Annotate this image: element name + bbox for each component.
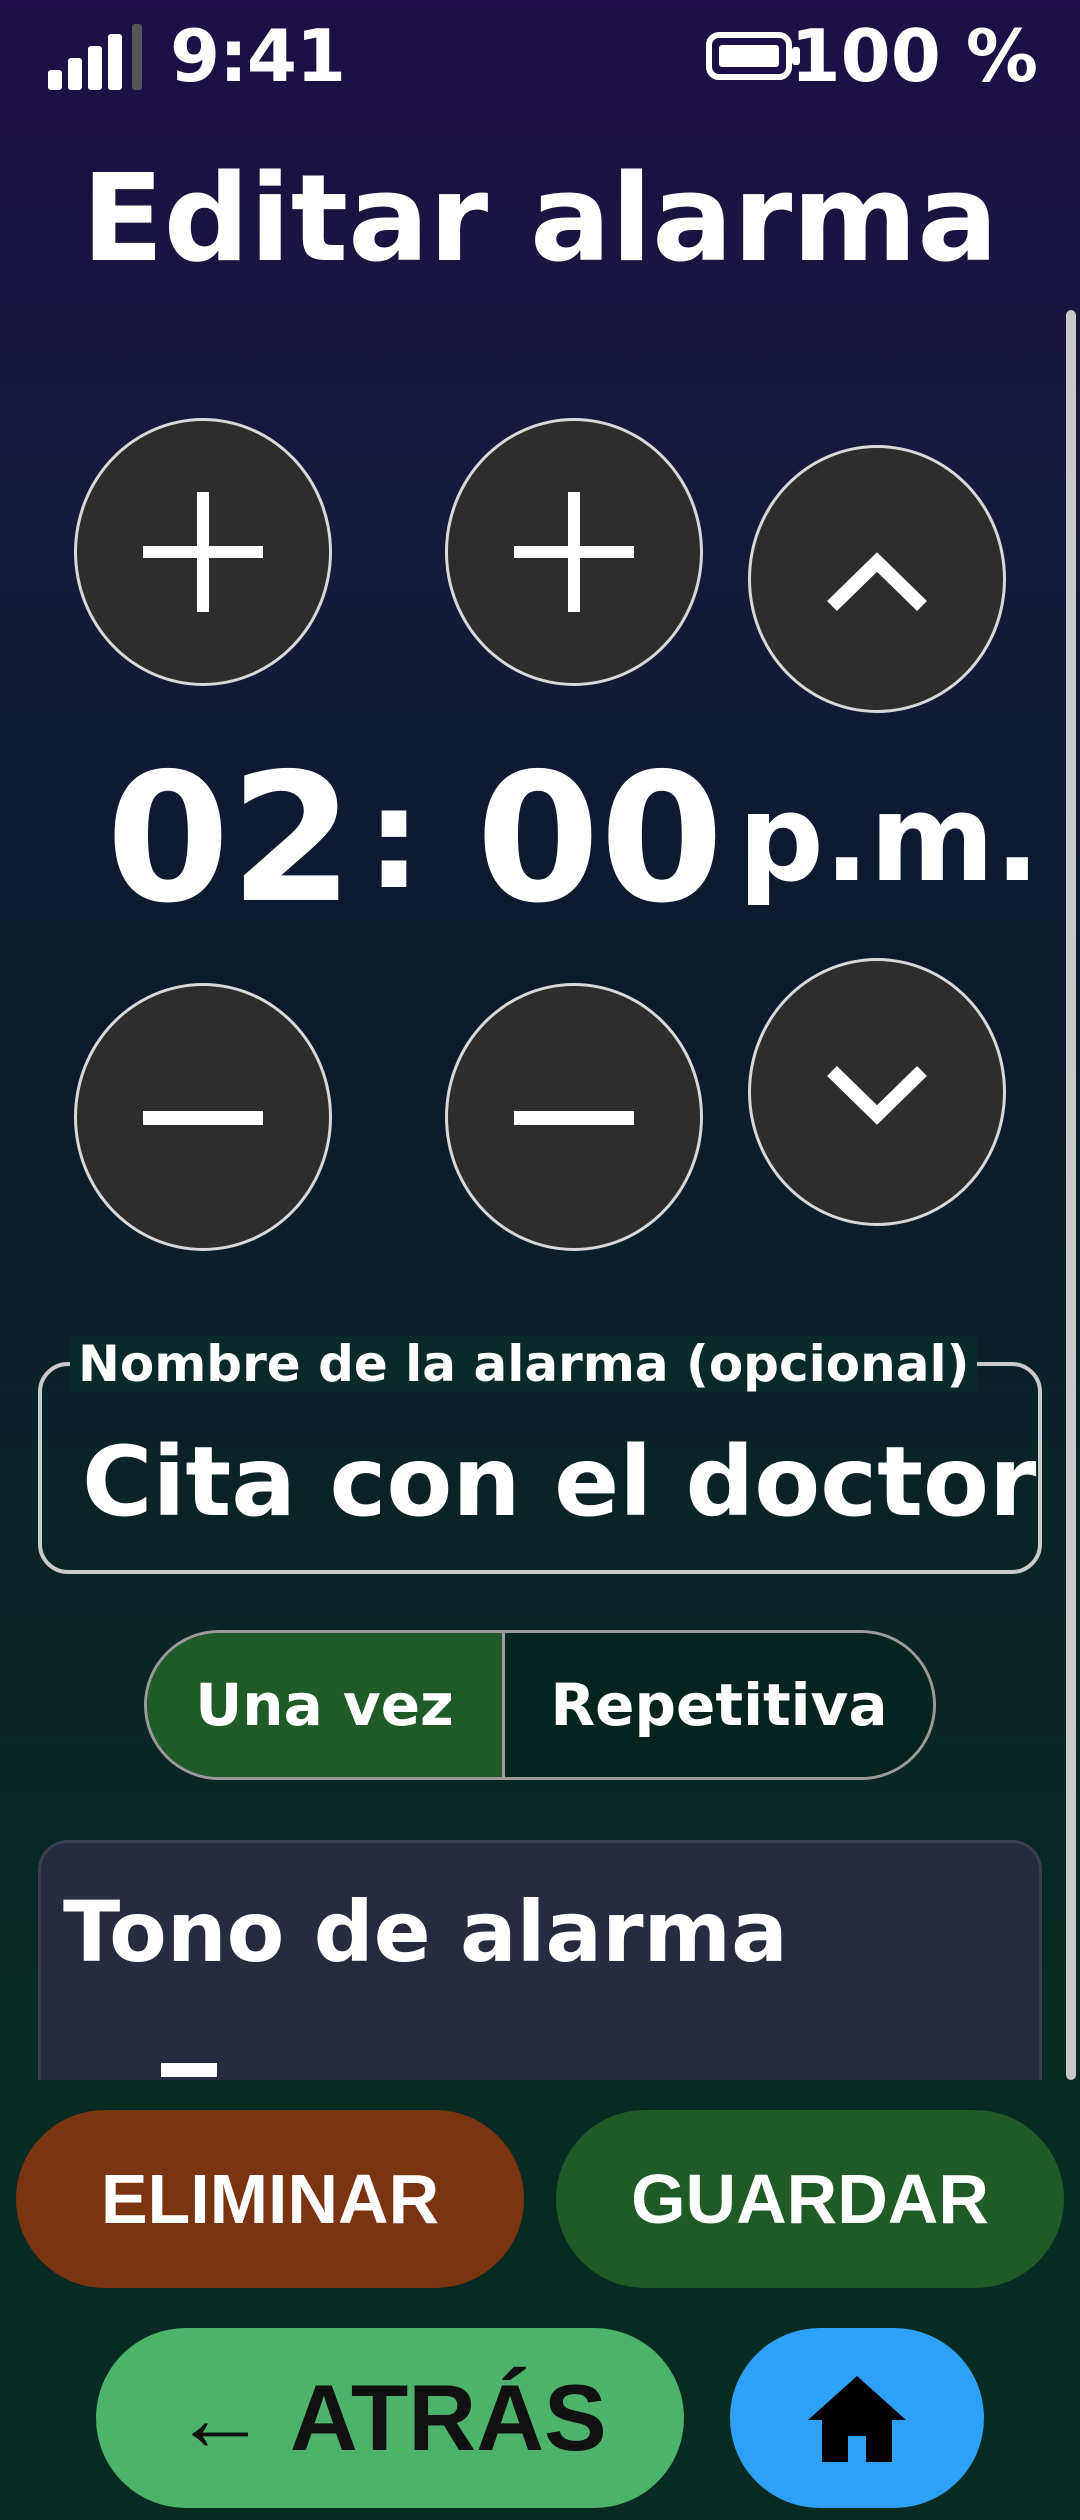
- minute-value: 00: [476, 735, 724, 942]
- status-time: 9:41: [170, 14, 346, 98]
- minute-increment-button[interactable]: [445, 418, 703, 686]
- tone-content-peek: [161, 2063, 217, 2077]
- repeating-option[interactable]: Repetitiva: [505, 1633, 933, 1777]
- alarm-name-field[interactable]: Nombre de la alarma (opcional) Cita con …: [38, 1336, 1042, 1574]
- alarm-name-label: Nombre de la alarma (opcional): [70, 1336, 978, 1392]
- minute-decrement-button[interactable]: [445, 983, 703, 1251]
- repeat-toggle: Una vez Repetitiva: [144, 1630, 936, 1780]
- period-up-button[interactable]: [748, 445, 1006, 713]
- chevron-up-icon: [827, 552, 927, 612]
- signal-bars-icon: [48, 18, 148, 90]
- battery-icon: [706, 32, 800, 80]
- save-button[interactable]: GUARDAR: [556, 2110, 1064, 2288]
- plus-icon: [143, 492, 263, 612]
- chevron-down-icon: [827, 1065, 927, 1125]
- once-option[interactable]: Una vez: [147, 1633, 505, 1777]
- home-icon: [808, 2376, 906, 2462]
- hour-decrement-button[interactable]: [74, 983, 332, 1251]
- back-button[interactable]: ← ATRÁS: [96, 2328, 684, 2508]
- home-button[interactable]: [730, 2328, 984, 2508]
- page-title: Editar alarma: [81, 150, 999, 289]
- battery-percent: 100 %: [790, 14, 1039, 98]
- delete-button[interactable]: ELIMINAR: [16, 2110, 524, 2288]
- status-bar: 9:41 100 %: [0, 0, 1080, 110]
- hour-increment-button[interactable]: [74, 418, 332, 686]
- alarm-name-input[interactable]: Cita con el doctor: [82, 1426, 1036, 1538]
- plus-icon: [514, 492, 634, 612]
- minus-icon: [143, 1111, 263, 1125]
- time-separator: :: [366, 758, 422, 921]
- period-down-button[interactable]: [748, 958, 1006, 1226]
- scrollbar[interactable]: [1066, 310, 1076, 2080]
- hour-value: 02: [106, 735, 354, 942]
- alarm-tone-card[interactable]: Tono de alarma: [38, 1840, 1042, 2080]
- alarm-tone-title: Tono de alarma: [63, 1883, 788, 1981]
- period-value: p.m.: [738, 770, 1041, 909]
- minus-icon: [514, 1111, 634, 1125]
